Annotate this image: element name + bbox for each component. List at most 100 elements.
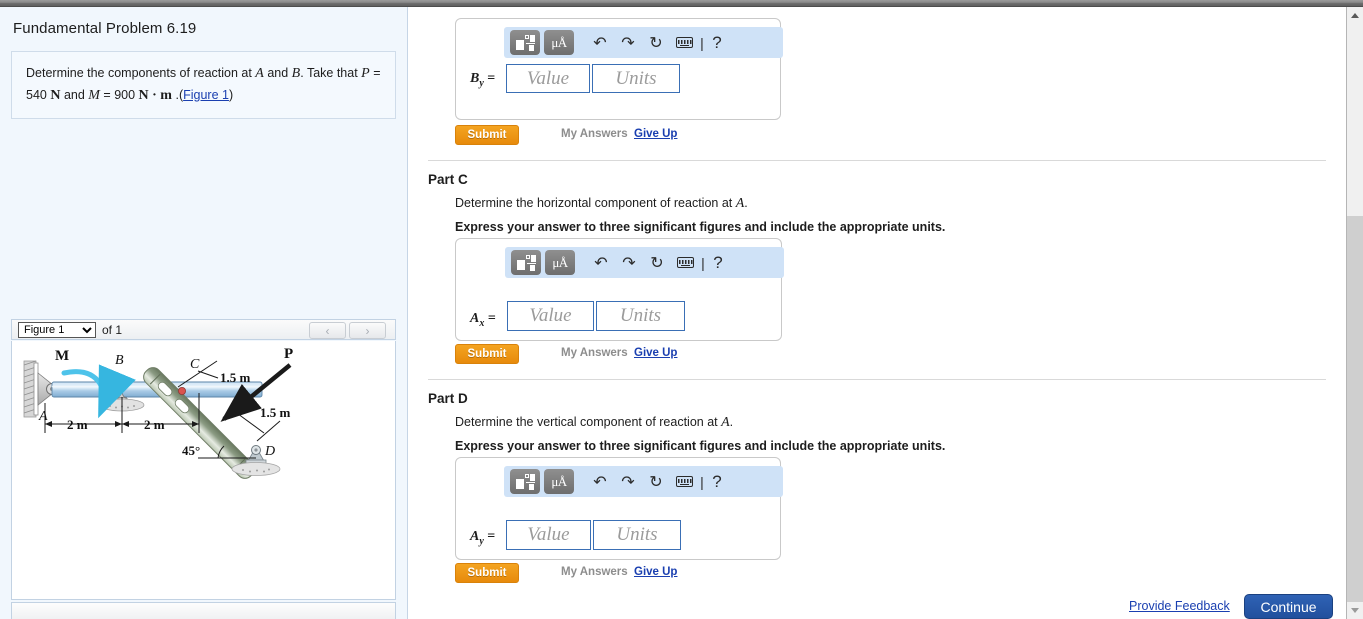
math-template-button[interactable]	[510, 469, 540, 494]
part-b-value-placeholder: Value	[526, 67, 570, 89]
page-vertical-scrollbar[interactable]	[1346, 7, 1363, 619]
help-icon[interactable]: ?	[706, 33, 728, 53]
part-b-toolbar: μÅ ↶ ↷ ↻ | ?	[504, 27, 783, 58]
label-b: B	[115, 353, 124, 368]
part-b-give-up[interactable]: Give Up	[634, 128, 677, 140]
label-a: A	[38, 409, 48, 424]
figure-image: M A B C D P 2 m 2 m 1.5 m 1.5 m 45°	[11, 341, 396, 600]
scrollbar-up-button[interactable]	[1347, 7, 1363, 24]
part-d-give-up[interactable]: Give Up	[634, 566, 677, 578]
part-d-answer-label: Ay =	[470, 529, 495, 547]
part-c-answer-label: Ax =	[470, 311, 496, 329]
part-c-divider	[428, 379, 1326, 380]
micro-angstrom-units-icon: μÅ	[551, 35, 567, 50]
part-c-toolbar: μÅ ↶ ↷ ↻ | ?	[505, 247, 784, 278]
part-c-units-input[interactable]: Units	[596, 301, 685, 331]
units-button[interactable]: μÅ	[545, 250, 575, 275]
browser-top-bar	[0, 0, 1363, 7]
label-m: M	[55, 348, 69, 364]
chevron-left-icon: ‹	[325, 323, 330, 338]
scrollbar-down-button[interactable]	[1347, 602, 1363, 619]
problem-statement-box: Determine the components of reaction at …	[11, 51, 396, 120]
reset-icon[interactable]: ↻	[642, 469, 670, 494]
keyboard-icon[interactable]	[670, 30, 698, 55]
micro-angstrom-units-icon: μÅ	[552, 255, 568, 270]
math-template-icon	[516, 254, 536, 271]
help-icon[interactable]: ?	[707, 253, 729, 273]
part-d-my-answers[interactable]: My Answers	[561, 566, 628, 578]
part-d-submit-button[interactable]: Submit	[455, 563, 519, 583]
units-button[interactable]: μÅ	[544, 469, 574, 494]
provide-feedback-link[interactable]: Provide Feedback	[1129, 599, 1230, 613]
part-b-units-input[interactable]: Units	[592, 64, 680, 93]
part-b-answer-label: By =	[470, 71, 495, 89]
reset-icon[interactable]: ↻	[643, 250, 671, 275]
part-b-units-placeholder: Units	[615, 67, 657, 89]
chevron-right-icon: ›	[365, 323, 370, 338]
redo-icon[interactable]: ↷	[615, 250, 643, 275]
part-b-value-input[interactable]: Value	[506, 64, 590, 93]
part-c-equals: =	[487, 311, 496, 326]
problem-sidebar: Fundamental Problem 6.19 Determine the c…	[0, 7, 408, 619]
chevron-down-icon	[1351, 608, 1359, 613]
part-c-give-up[interactable]: Give Up	[634, 347, 677, 359]
math-template-button[interactable]	[510, 30, 540, 55]
figure-select[interactable]: Figure 1	[18, 321, 96, 338]
toolbar-separator: |	[700, 34, 704, 51]
toolbar-separator: |	[701, 254, 705, 271]
part-c-submit-button[interactable]: Submit	[455, 344, 519, 364]
part-d-units-placeholder: Units	[616, 524, 658, 545]
part-b-submit-button[interactable]: Submit	[455, 125, 519, 145]
figure-1-link[interactable]: Figure 1	[183, 88, 229, 102]
figure-toolbar: Figure 1 of 1 ‹ ›	[11, 319, 396, 340]
previous-figure-button[interactable]: ‹	[309, 322, 346, 339]
label-p: P	[284, 346, 293, 362]
part-d-sub: y	[479, 535, 484, 547]
part-c-my-answers-label: My Answers	[561, 347, 628, 359]
part-c-prompt-var: A	[735, 196, 745, 211]
redo-icon[interactable]: ↷	[614, 30, 642, 55]
part-d-answer-box: μÅ ↶ ↷ ↻ | ? Ay = Value Units	[455, 457, 783, 560]
next-figure-button[interactable]: ›	[349, 322, 386, 339]
part-d-toolbar: μÅ ↶ ↷ ↻ | ?	[504, 466, 783, 497]
part-c-value-placeholder: Value	[529, 305, 572, 326]
answer-content-area: μÅ ↶ ↷ ↻ | ? By = Value Units Submit My …	[409, 7, 1346, 619]
beam-free-body-diagram: M A B C D P 2 m 2 m 1.5 m 1.5 m 45°	[23, 346, 293, 479]
part-b-equals: =	[487, 71, 496, 86]
part-c-prompt-post: .	[744, 196, 748, 210]
reset-icon[interactable]: ↻	[642, 30, 670, 55]
undo-icon[interactable]: ↶	[586, 30, 614, 55]
continue-button[interactable]: Continue	[1244, 594, 1333, 619]
part-d-equals: =	[487, 529, 496, 544]
pin-c	[177, 387, 186, 396]
undo-icon[interactable]: ↶	[586, 469, 614, 494]
undo-icon[interactable]: ↶	[587, 250, 615, 275]
math-template-icon	[515, 473, 535, 490]
part-d-prompt-var: A	[721, 415, 730, 430]
problem-statement-text: Determine the components of reaction at …	[26, 63, 381, 106]
units-button[interactable]: μÅ	[544, 30, 574, 55]
part-d-value-placeholder: Value	[527, 524, 570, 545]
part-b-give-up-label: Give Up	[634, 128, 678, 140]
figure-link-paren-close: )	[228, 87, 234, 102]
part-d-value-input[interactable]: Value	[506, 520, 591, 550]
math-template-icon	[515, 34, 535, 51]
label-d: D	[264, 444, 275, 459]
keyboard-icon[interactable]	[671, 250, 699, 275]
part-d-prompt: Determine the vertical component of reac…	[455, 415, 733, 431]
keyboard-icon[interactable]	[670, 469, 698, 494]
help-icon[interactable]: ?	[706, 472, 728, 492]
part-d-units-input[interactable]: Units	[593, 520, 681, 550]
part-b-my-answers[interactable]: My Answers	[561, 128, 628, 140]
toolbar-separator: |	[700, 473, 704, 490]
label-dim-right: 2 m	[144, 417, 165, 432]
figure-footer-bar	[11, 602, 396, 619]
label-dim-d: 1.5 m	[260, 405, 291, 420]
scrollbar-thumb[interactable]	[1347, 24, 1363, 216]
part-c-submit-label: Submit	[467, 348, 507, 360]
part-c-value-input[interactable]: Value	[507, 301, 594, 331]
redo-icon[interactable]: ↷	[614, 469, 642, 494]
math-template-button[interactable]	[511, 250, 541, 275]
part-d-my-answers-label: My Answers	[561, 566, 628, 578]
part-c-my-answers[interactable]: My Answers	[561, 347, 628, 359]
